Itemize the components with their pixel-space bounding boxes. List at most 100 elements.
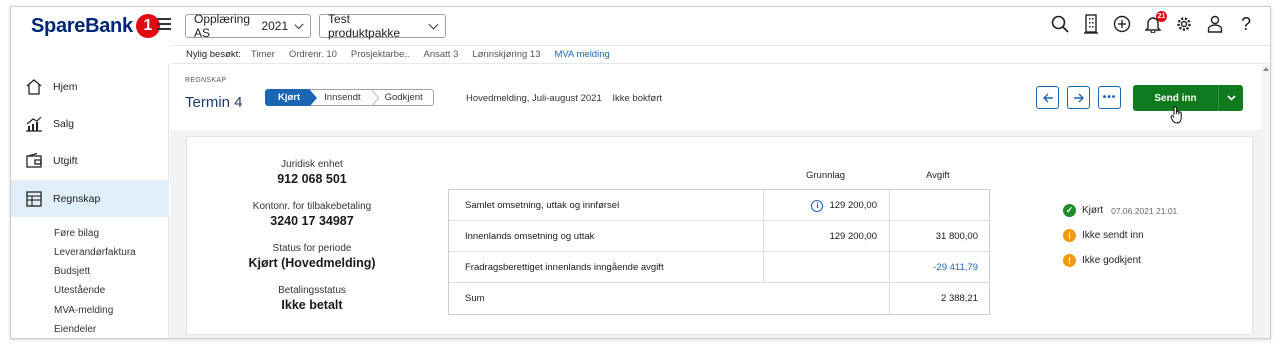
row-label: Sum [465,293,485,304]
sparebank-logo[interactable]: SpareBank 1 [31,14,160,38]
step-label: Kjørt [278,92,301,103]
row-base [763,283,890,314]
menu-icon[interactable] [157,18,171,30]
recent-item[interactable]: Timer [251,49,275,60]
step-godkjent[interactable]: Godkjent [370,89,434,106]
company-select-value: Opplæring AS [194,12,251,40]
sidebar-subitem[interactable]: Budsjett [54,266,90,277]
entity-info: Juridisk enhet 912 068 501 [187,159,437,186]
recent-item[interactable]: Prosjektarbe.. [351,49,410,60]
top-icons: 21 ? [1050,11,1256,35]
package-select-value: Test produktpakke [328,12,401,40]
table-row: Fradragsberettiget innenlands inngående … [449,252,989,283]
more-options-button[interactable]: ••• [1098,86,1121,109]
sidebar-subitem[interactable]: MVA-melding [54,305,113,316]
year-select-value: 2021 [261,19,289,33]
sidebar-subitem[interactable]: Leverandørfaktura [54,247,136,258]
sidebar-item-salg[interactable]: Salg [11,105,169,142]
row-base-value: 129 200,00 [829,200,877,211]
table-row-sum: Sum 2 388,21 [449,283,989,314]
previous-button[interactable] [1036,86,1059,109]
info-icon[interactable]: i [811,199,824,212]
chevron-down-icon [294,19,304,29]
recent-item[interactable]: Ordrenr. 10 [289,49,337,60]
period-value: Kjørt (Hovedmelding) [248,256,376,270]
wallet-icon [25,152,43,170]
add-circle-icon[interactable] [1112,13,1132,35]
page-title: Termin 4 [185,94,243,111]
arrow-left-icon [1042,93,1053,102]
row-label: Innenlands omsetning og uttak [465,231,595,242]
step-kjort[interactable]: Kjørt [265,89,318,106]
section-label: REGNSKAP [185,77,227,84]
app-window: SpareBank 1 Opplæring AS 2021 Test produ… [10,6,1271,339]
ledger-icon [25,190,43,208]
account-value: 3240 17 34987 [270,214,354,228]
building-icon[interactable] [1081,13,1101,35]
period-label: Status for periode [272,243,352,254]
sidebar-item-utgift[interactable]: Utgift [11,142,169,179]
table-row: Innenlands omsetning og uttak 129 200,00… [449,221,989,252]
period-meta: Hovedmelding, Juli-august 2021 Ikke bokf… [466,93,670,104]
row-label: Samlet omsetning, uttak og innførsel [465,200,620,211]
row-base: 129 200,00 [763,221,890,252]
sidebar-subitem[interactable]: Føre bilag [54,228,99,239]
top-bar: SpareBank 1 Opplæring AS 2021 Test produ… [11,7,1270,45]
sidebar-item-regnskap[interactable]: Regnskap [11,180,169,217]
row-fee-link[interactable]: -29 411,79 [890,252,990,283]
sales-chart-icon [25,115,43,133]
step-innsendt[interactable]: Innsendt [310,89,379,106]
check-icon: ✓ [1063,204,1076,217]
page-header: REGNSKAP Termin 4 Kjørt Innsendt Godkjen… [170,64,1270,130]
warning-icon: ! [1063,229,1076,242]
search-icon[interactable] [1050,13,1070,35]
scroll-up-icon[interactable] [1263,67,1269,71]
sidebar-item-label: Salg [53,117,75,130]
sidebar-item-hjem[interactable]: Hjem [11,68,169,105]
status-ikke-godkjent: ! Ikke godkjent [1063,254,1141,267]
send-inn-button[interactable]: Send inn [1133,85,1243,111]
gear-icon[interactable] [1174,13,1194,35]
notification-badge: 21 [1156,11,1167,22]
home-icon [25,78,43,96]
sidebar: Hjem Salg Utgift Regnskap Føre bilag Lev… [11,64,169,338]
step-label: Innsendt [324,92,361,103]
scrollbar[interactable] [1262,64,1270,338]
row-fee [890,190,990,221]
help-icon[interactable]: ? [1236,13,1256,35]
logo-text: SpareBank [31,14,133,37]
sidebar-item-label: Utgift [53,154,78,167]
status-time: 07.06.2021 21:01 [1111,205,1178,216]
vat-summary-card: Juridisk enhet 912 068 501 Kontonr. for … [186,136,1253,335]
recent-item-active[interactable]: MVA melding [555,49,610,60]
payment-label: Betalingsstatus [278,285,346,296]
column-header-grunnlag: Grunnlag [806,170,846,181]
company-select[interactable]: Opplæring AS 2021 [185,12,311,40]
recently-visited-bar: Nylig besøkt: Timer Ordrenr. 10 Prosjekt… [171,45,1270,64]
recent-item[interactable]: Lønnskjøring 13 [472,49,540,60]
period-status-info: Status for periode Kjørt (Hovedmelding) [187,243,437,270]
sidebar-subitem[interactable]: Utestående [54,285,105,296]
sidebar-subitem[interactable]: Eiendeler [54,324,96,335]
package-select[interactable]: Test produktpakke [319,12,446,40]
row-label: Fradragsberettiget innenlands inngående … [465,262,664,273]
next-button[interactable] [1067,86,1090,109]
account-label: Kontonr. for tilbakebetaling [252,201,372,212]
bell-icon[interactable]: 21 [1143,11,1167,35]
recent-item[interactable]: Ansatt 3 [424,49,459,60]
column-header-avgift: Avgift [926,170,950,181]
status-ikke-sendt: ! Ikke sendt inn [1063,229,1144,242]
more-icon: ••• [1102,92,1117,103]
sidebar-item-label: Regnskap [53,192,101,205]
status-label: Ikke godkjent [1082,255,1141,266]
table-row: Samlet omsetning, uttak og innførsel i 1… [449,190,989,221]
chevron-down-icon[interactable] [1219,85,1243,111]
payment-value: Ikke betalt [281,298,343,312]
entity-value: 912 068 501 [277,172,347,186]
progress-steps: Kjørt Innsendt Godkjent [265,89,434,106]
booking-status: Ikke bokført [612,93,662,104]
vat-table: Samlet omsetning, uttak og innførsel i 1… [448,189,990,315]
row-fee: 31 800,00 [935,231,978,242]
user-icon[interactable] [1205,13,1225,35]
row-base [763,252,890,283]
